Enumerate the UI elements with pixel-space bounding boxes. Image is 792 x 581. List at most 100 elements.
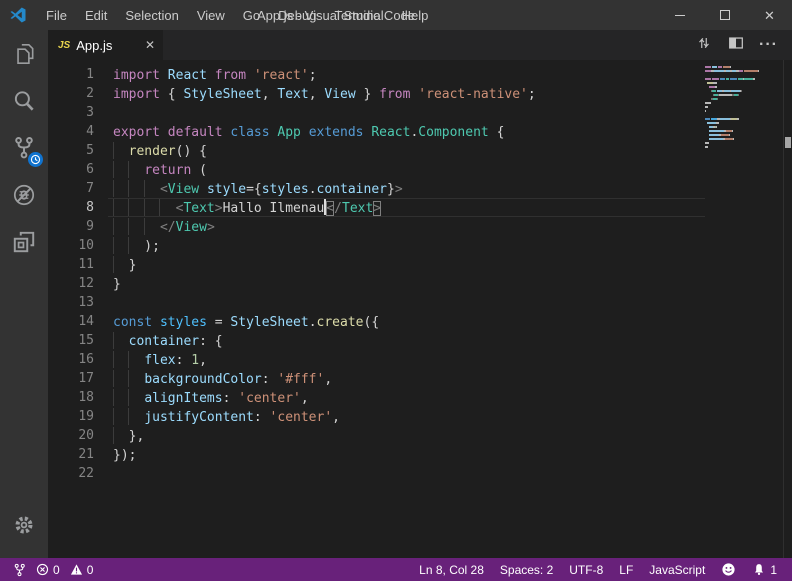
token: }, (113, 429, 144, 444)
indent-guide (144, 180, 145, 197)
code-line-9[interactable]: </View> (108, 217, 705, 236)
menu-debug[interactable]: Debug (269, 0, 325, 30)
token: : (254, 410, 270, 425)
code-line-13[interactable] (108, 293, 705, 312)
status-item-1[interactable]: Spaces: 2 (495, 558, 558, 581)
tab-bar: JS App.js ✕ (48, 30, 792, 60)
code-line-15[interactable]: container: { (108, 331, 705, 350)
code-line-2[interactable]: import { StyleSheet, Text, View } from '… (108, 84, 705, 103)
code-line-20[interactable]: }, (108, 426, 705, 445)
code-line-3[interactable] (108, 103, 705, 122)
token: default (168, 125, 223, 140)
code-line-4[interactable]: export default class App extends React.C… (108, 122, 705, 141)
token: container (317, 182, 387, 197)
token: const (113, 315, 152, 330)
feedback-smiley-icon[interactable] (716, 558, 741, 581)
minimap-line (705, 130, 783, 132)
code-line-17[interactable]: backgroundColor: '#fff', (108, 369, 705, 388)
line-number: 18 (48, 388, 108, 407)
open-changes-icon[interactable] (695, 34, 713, 57)
token (152, 315, 160, 330)
code-line-19[interactable]: justifyContent: 'center', (108, 407, 705, 426)
menu-help[interactable]: Help (393, 0, 438, 30)
token: } (387, 182, 395, 197)
code-line-11[interactable]: } (108, 255, 705, 274)
code-line-12[interactable]: } (108, 274, 705, 293)
minimize-button[interactable] (657, 0, 702, 30)
token: : (262, 372, 278, 387)
code-line-14[interactable]: const styles = StyleSheet.create({ (108, 312, 705, 331)
minimap[interactable] (705, 60, 783, 558)
menu-file[interactable]: File (37, 0, 76, 30)
code-line-16[interactable]: flex: 1, (108, 350, 705, 369)
menu-edit[interactable]: Edit (76, 0, 116, 30)
maximize-icon (720, 10, 730, 20)
token: , (262, 87, 278, 102)
code-editor[interactable]: 12345678910111213141516171819202122 impo… (48, 60, 792, 558)
code-line-6[interactable]: return ( (108, 160, 705, 179)
token: ); (113, 239, 160, 254)
token: Text (183, 201, 214, 216)
code-line-7[interactable]: <View style={styles.container}> (108, 179, 705, 198)
code-line-5[interactable]: render() { (108, 141, 705, 160)
status-item-4[interactable]: JavaScript (644, 558, 710, 581)
token: React (371, 125, 410, 140)
minimap-line (705, 102, 783, 104)
activity-bar (0, 30, 48, 558)
code-line-18[interactable]: alignItems: 'center', (108, 388, 705, 407)
token: StyleSheet (183, 87, 261, 102)
code-content[interactable]: import React from 'react';import { Style… (108, 60, 705, 558)
more-actions-icon[interactable]: ··· (759, 36, 778, 54)
minimap-line (705, 150, 783, 152)
token: > (207, 220, 215, 235)
code-line-1[interactable]: import React from 'react'; (108, 65, 705, 84)
line-number: 15 (48, 331, 108, 350)
minimap-line (705, 118, 783, 120)
token: View (168, 182, 199, 197)
maximize-button[interactable] (702, 0, 747, 30)
status-item-2[interactable]: UTF-8 (564, 558, 608, 581)
close-button[interactable]: ✕ (747, 0, 792, 30)
token: ; (528, 87, 536, 102)
token: . (309, 315, 317, 330)
tab-close-icon[interactable]: ✕ (145, 39, 155, 51)
minimap-line (705, 146, 783, 148)
minimap-line (705, 66, 783, 68)
code-line-10[interactable]: ); (108, 236, 705, 255)
code-line-8[interactable]: <Text>Hallo Ilmenau</Text> (108, 198, 705, 217)
token: flex (144, 353, 175, 368)
source-control-icon[interactable] (0, 124, 48, 171)
code-line-22[interactable] (108, 464, 705, 483)
status-item-0[interactable]: Ln 8, Col 28 (414, 558, 489, 581)
indent-guide (113, 408, 114, 425)
token: 1 (191, 353, 199, 368)
git-branch-button[interactable] (8, 558, 31, 581)
indent-guide (128, 161, 129, 178)
indent-guide (128, 351, 129, 368)
tab-appjs[interactable]: JS App.js ✕ (48, 30, 163, 60)
indent-guide (113, 180, 114, 197)
status-item-3[interactable]: LF (614, 558, 638, 581)
token (246, 68, 254, 83)
indent-guide (113, 370, 114, 387)
menu-terminal[interactable]: Terminal (325, 0, 392, 30)
overview-ruler[interactable] (783, 60, 792, 558)
token: } (356, 87, 379, 102)
search-icon[interactable] (0, 77, 48, 124)
split-editor-icon[interactable] (727, 34, 745, 57)
settings-gear-icon[interactable] (0, 501, 48, 548)
explorer-icon[interactable] (0, 30, 48, 77)
token (113, 220, 160, 235)
code-line-21[interactable]: }); (108, 445, 705, 464)
token: create (317, 315, 364, 330)
extensions-icon[interactable] (0, 218, 48, 265)
problems-button[interactable]: 0 0 (31, 558, 98, 581)
token: justifyContent (144, 410, 254, 425)
menu-selection[interactable]: Selection (116, 0, 187, 30)
debug-icon[interactable] (0, 171, 48, 218)
minimap-line (705, 70, 783, 72)
notifications-bell-icon[interactable]: 1 (747, 558, 782, 581)
menu-view[interactable]: View (188, 0, 234, 30)
token: > (373, 201, 381, 216)
menu-go[interactable]: Go (234, 0, 269, 30)
